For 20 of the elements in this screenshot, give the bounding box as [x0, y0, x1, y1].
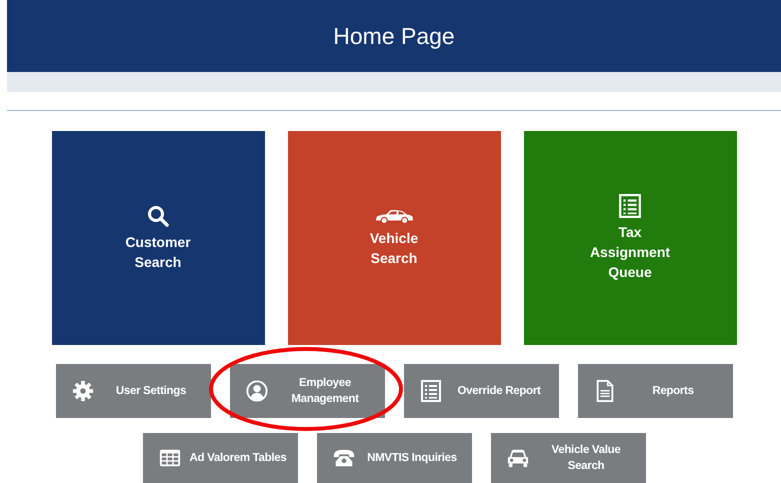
menu-button[interactable]: Override Report: [404, 364, 558, 418]
menu-button[interactable]: Employee Management: [230, 364, 384, 418]
menu-button[interactable]: NMVTIS Inquiries: [316, 433, 472, 483]
menu-tile[interactable]: Customer Search: [52, 131, 264, 345]
telephone-icon: [332, 447, 354, 469]
menu-button[interactable]: User Settings: [56, 364, 210, 418]
search-icon: [146, 204, 170, 228]
table-icon: [158, 447, 180, 469]
page-title: Home Page: [333, 22, 455, 50]
menu-tile[interactable]: Tax Assignment Queue: [524, 131, 736, 345]
menu-button[interactable]: Reports: [578, 364, 732, 418]
list-icon: [618, 194, 642, 218]
menu-button[interactable]: Vehicle Value Search: [490, 433, 646, 483]
list-icon: [420, 380, 442, 402]
menu-tile[interactable]: Vehicle Search: [288, 131, 500, 345]
user-icon: [246, 380, 268, 402]
car-icon: [374, 208, 414, 224]
car-icon: [506, 447, 528, 469]
settings-icon: [72, 380, 94, 402]
menu-button[interactable]: Ad Valorem Tables: [142, 433, 298, 483]
